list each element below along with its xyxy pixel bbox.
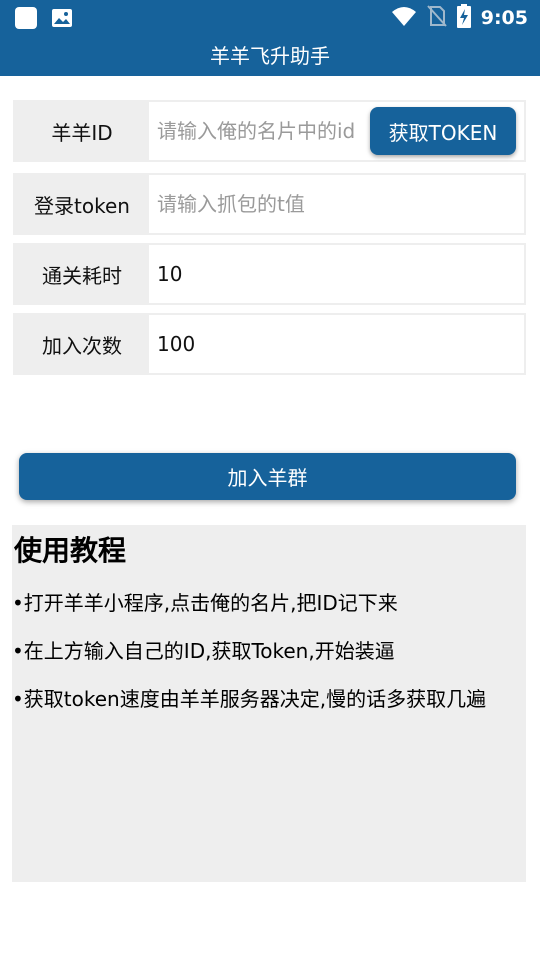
wifi-icon [391, 5, 417, 31]
tutorial-item: •在上方输入自己的ID,获取Token,开始装逼 [12, 639, 395, 663]
join-count-row: 加入次数 [13, 313, 526, 375]
clear-time-input[interactable] [157, 262, 524, 286]
tutorial-title: 使用教程 [14, 534, 127, 567]
login-token-input[interactable] [157, 192, 524, 216]
clear-time-row: 通关耗时 [13, 243, 526, 305]
join-flock-button[interactable]: 加入羊群 [19, 453, 516, 500]
join-count-label: 加入次数 [15, 315, 149, 373]
app-title: 羊羊飞升助手 [0, 36, 540, 76]
tutorial-item: •获取token速度由羊羊服务器决定,慢的话多获取几遍 [12, 687, 487, 711]
clear-time-label: 通关耗时 [15, 245, 149, 303]
login-token-row: 登录token [13, 173, 526, 235]
yangyang-id-field-wrap [149, 102, 374, 160]
get-token-button[interactable]: 获取TOKEN [370, 107, 516, 155]
login-token-field-wrap [149, 175, 524, 233]
yangyang-id-input[interactable] [157, 119, 374, 143]
battery-charging-icon [456, 4, 471, 32]
image-icon [50, 6, 74, 34]
login-token-label: 登录token [15, 175, 149, 233]
yangyang-id-label: 羊羊ID [15, 102, 149, 160]
clock-time: 9:05 [480, 7, 528, 29]
status-bar: 9:05 [0, 0, 540, 36]
tutorial-panel: 使用教程 •打开羊羊小程序,点击俺的名片,把ID记下来 •在上方输入自己的ID,… [12, 525, 526, 882]
join-count-field-wrap [149, 315, 524, 373]
tutorial-item: •打开羊羊小程序,点击俺的名片,把ID记下来 [12, 591, 398, 615]
app-icon [14, 6, 38, 34]
no-sim-icon [426, 5, 447, 31]
join-count-input[interactable] [157, 332, 524, 356]
yangyang-id-row: 羊羊ID 获取TOKEN [13, 100, 526, 162]
clear-time-field-wrap [149, 245, 524, 303]
